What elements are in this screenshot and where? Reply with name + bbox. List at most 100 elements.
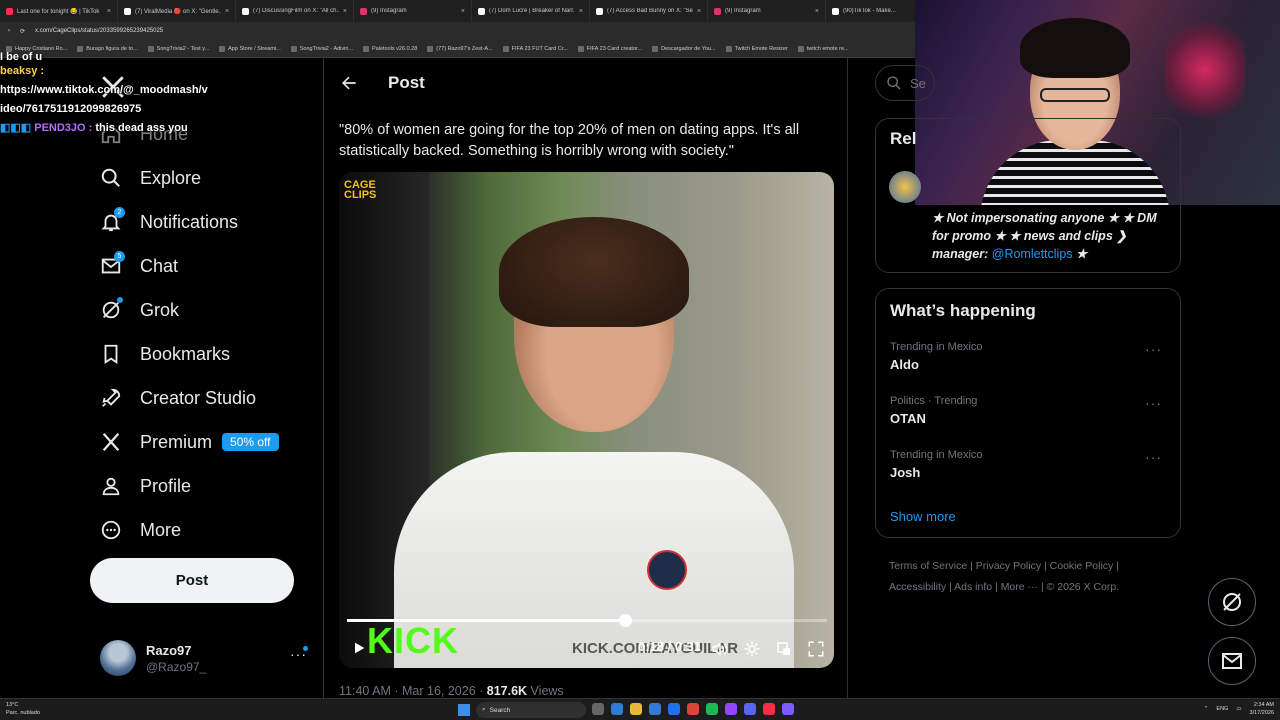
show-more-link[interactable]: Show more <box>890 509 956 524</box>
video-player[interactable]: CAGE CLIPS KICK KICK.COM/ZAYGUILAR 0:18 … <box>339 172 834 668</box>
bookmark-item[interactable]: Twitch Emote Resizer <box>725 45 788 52</box>
taskbar-search[interactable]: ⌕ Search <box>476 702 586 718</box>
trend-name: OTAN <box>890 411 926 426</box>
store-icon[interactable] <box>649 703 661 715</box>
weather-widget[interactable]: 13°C Parc. nublado <box>6 701 40 717</box>
edge-icon[interactable] <box>611 703 623 715</box>
discord-icon[interactable] <box>744 703 756 715</box>
file-explorer-icon[interactable] <box>630 703 642 715</box>
close-icon[interactable]: × <box>107 8 111 15</box>
nav-label: Notifications <box>140 211 239 232</box>
nav-item-creator-studio[interactable]: Creator Studio <box>100 380 256 416</box>
back-icon[interactable]: ‹ <box>8 28 10 34</box>
grok-dot <box>117 297 123 303</box>
bookmark-item[interactable]: SongTrivia2 - Adivin... <box>290 45 353 52</box>
notification-dot <box>303 646 308 651</box>
search-placeholder: Se <box>910 75 926 91</box>
weather-desc: Parc. nublado <box>6 710 40 716</box>
bookmark-item[interactable]: App Store / Streami... <box>219 45 281 52</box>
close-icon[interactable]: × <box>461 8 465 15</box>
search-input[interactable]: Se <box>875 65 935 101</box>
browser-tab[interactable]: Last one for tonight 😂 | TikTok × <box>0 0 118 22</box>
task-view-icon[interactable] <box>592 703 604 715</box>
browser-tab[interactable]: (7) Dom Lucre | Breaker of Narr... × <box>472 0 590 22</box>
close-icon[interactable]: × <box>579 8 583 15</box>
trend-item[interactable]: Trending in Mexico Aldo ··· <box>890 341 1170 372</box>
nav-item-profile[interactable]: Profile <box>100 468 191 504</box>
url-text[interactable]: x.com/CageClips/status/20335992652394250… <box>35 28 163 34</box>
bookmark-item[interactable]: Burago figura de to... <box>77 45 138 52</box>
pip-icon[interactable] <box>775 640 793 658</box>
bookmark-item[interactable]: twitch emote re... <box>797 45 849 52</box>
bookmark-item[interactable]: SongTrivia2 - Test y... <box>147 45 209 52</box>
twitch-icon[interactable] <box>725 703 737 715</box>
bookmark-item[interactable]: FIFA 23 FUT Card Cr... <box>502 45 568 52</box>
tab-favicon <box>6 7 13 15</box>
nav-item-more[interactable]: More <box>100 512 181 548</box>
bookmark-label: FIFA 23 Card creator... <box>586 45 643 52</box>
video-progress-bar[interactable] <box>347 614 827 627</box>
bookmark-label: twitch emote re... <box>806 45 849 52</box>
clock[interactable]: 2:34 AM 3/17/2026 <box>1250 701 1274 717</box>
nav-item-bookmarks[interactable]: Bookmarks <box>100 336 230 372</box>
footer-link[interactable]: Cookie Policy <box>1050 560 1114 572</box>
grok-fab-button[interactable] <box>1208 578 1256 626</box>
volume-icon[interactable] <box>711 640 729 658</box>
more-dots-icon[interactable]: ··· <box>1145 395 1162 411</box>
network-icon[interactable]: ▭ <box>1236 706 1241 712</box>
settings-gear-icon[interactable] <box>743 640 761 658</box>
play-icon[interactable] <box>351 640 367 656</box>
close-icon[interactable]: × <box>225 8 229 15</box>
close-icon[interactable]: × <box>343 8 347 15</box>
windows-start-icon[interactable] <box>458 704 470 716</box>
trend-item[interactable]: Trending in Mexico Josh ··· <box>890 449 1170 480</box>
fullscreen-icon[interactable] <box>807 640 825 658</box>
tab-title: (7) ViralMedia 🔴 on X: "Gentle... <box>135 8 221 15</box>
bookmark-item[interactable]: FIFA 23 Card creator... <box>577 45 643 52</box>
tray-chevron-icon[interactable]: ⌃ <box>1204 706 1209 712</box>
post-timestamp[interactable]: 11:40 AM · Mar 16, 2026 · <box>339 684 487 698</box>
grok-icon <box>1223 593 1241 611</box>
spotify-icon[interactable] <box>706 703 718 715</box>
music-icon[interactable] <box>763 703 775 715</box>
notification-badge: 2 <box>114 207 125 218</box>
back-arrow-icon[interactable] <box>339 73 359 93</box>
footer-link[interactable]: © 2026 X Corp. <box>1047 581 1120 593</box>
relevant-avatar[interactable] <box>889 171 921 203</box>
browser-tab[interactable]: (9) Instagram × <box>708 0 826 22</box>
language-indicator[interactable]: ENG <box>1216 706 1228 712</box>
bio-link[interactable]: @Romlettclips <box>992 247 1073 261</box>
bookmark-item[interactable]: Descargador de You... <box>652 45 716 52</box>
account-switcher[interactable]: Razo97 @Razo97_ ··· <box>100 638 310 678</box>
browser-tab[interactable]: (9) Instagram × <box>354 0 472 22</box>
bookmark-item[interactable]: Happy Cristiano Ro... <box>6 45 67 52</box>
close-icon[interactable]: × <box>815 8 819 15</box>
bookmark-item[interactable]: Paletools v26.0.28 <box>363 45 417 52</box>
close-icon[interactable]: × <box>697 8 701 15</box>
obs-icon[interactable] <box>782 703 794 715</box>
browser-tab[interactable]: (7) Access Bad Bunny on X: "Se... × <box>590 0 708 22</box>
footer-link[interactable]: Terms of Service <box>889 560 967 572</box>
nav-item-notifications[interactable]: 2 Notifications <box>100 204 238 240</box>
browser-tab[interactable]: (7) DiscussingFilm on X: "All ch... × <box>236 0 354 22</box>
account-handle: @Razo97_ <box>146 659 207 674</box>
footer-link[interactable]: Ads info <box>954 581 992 593</box>
bookmark-item[interactable]: (77) Razo97's Zest-A... <box>427 45 493 52</box>
chrome-icon[interactable] <box>687 703 699 715</box>
nav-item-premium[interactable]: Premium 50% off <box>100 424 279 460</box>
browser-tab[interactable]: (7) ViralMedia 🔴 on X: "Gentle... × <box>118 0 236 22</box>
nav-item-chat[interactable]: 5 Chat <box>100 248 178 284</box>
footer-link[interactable]: Privacy Policy <box>976 560 1041 572</box>
bookmark-favicon <box>219 45 226 52</box>
more-dots-icon[interactable]: ··· <box>1145 341 1162 357</box>
trend-item[interactable]: Politics · Trending OTAN ··· <box>890 395 1170 426</box>
footer-link[interactable]: More ··· <box>1001 581 1038 593</box>
messages-fab-button[interactable] <box>1208 637 1256 685</box>
nav-item-explore[interactable]: Explore <box>100 160 201 196</box>
reload-icon[interactable]: ⟳ <box>20 28 25 35</box>
post-button[interactable]: Post <box>90 558 294 603</box>
mail-app-icon[interactable] <box>668 703 680 715</box>
footer-link[interactable]: Accessibility <box>889 581 946 593</box>
nav-item-grok[interactable]: Grok <box>100 292 179 328</box>
more-dots-icon[interactable]: ··· <box>1145 449 1162 465</box>
